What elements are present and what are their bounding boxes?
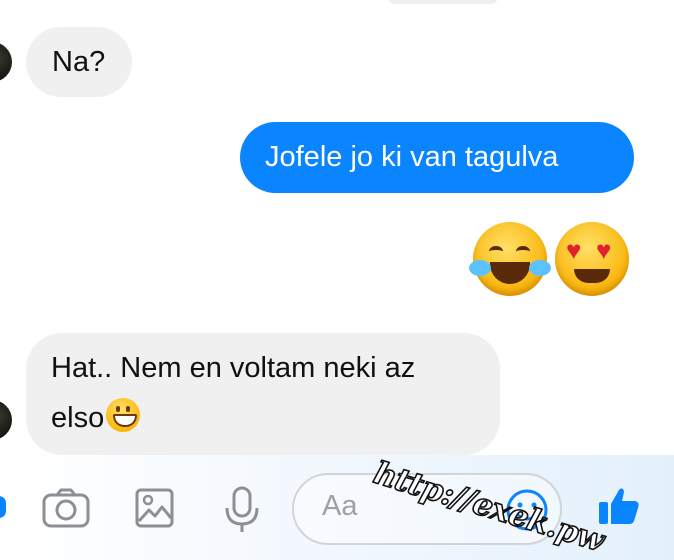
message-text: Na?: [52, 46, 106, 78]
message-text: elso: [51, 402, 105, 434]
tear-shape: [469, 260, 491, 276]
grinning-face-icon: [106, 398, 141, 432]
incoming-message-bubble[interactable]: Na?: [26, 27, 132, 97]
outgoing-message-bubble[interactable]: Jofele jo ki van tagulva: [240, 122, 634, 193]
gallery-icon[interactable]: [135, 488, 175, 533]
eye-shape: [489, 246, 503, 257]
camera-icon[interactable]: [42, 488, 90, 533]
message-text-line: Hat.. Nem en voltam neki az: [51, 352, 416, 384]
avatar[interactable]: [0, 42, 12, 82]
heart-eye-icon: ♥: [596, 235, 612, 265]
face-with-tears-of-joy-icon[interactable]: [469, 222, 551, 296]
incoming-message-bubble[interactable]: Hat.. Nem en voltam neki az elso: [26, 333, 500, 455]
eye-shape: [516, 246, 530, 257]
smiling-face-with-heart-eyes-icon[interactable]: ♥ ♥: [555, 222, 629, 296]
message-text-line: elso: [51, 393, 500, 443]
heart-eye-icon: ♥: [566, 235, 582, 265]
tear-shape: [529, 260, 551, 276]
avatar[interactable]: [0, 400, 12, 440]
microphone-icon[interactable]: [224, 486, 260, 539]
message-input-placeholder: Aa: [322, 490, 358, 522]
mouth-shape: [490, 262, 530, 284]
previous-message-bubble: [388, 0, 498, 4]
message-text: Jofele jo ki van tagulva: [265, 141, 559, 173]
mouth-shape: [574, 269, 610, 283]
